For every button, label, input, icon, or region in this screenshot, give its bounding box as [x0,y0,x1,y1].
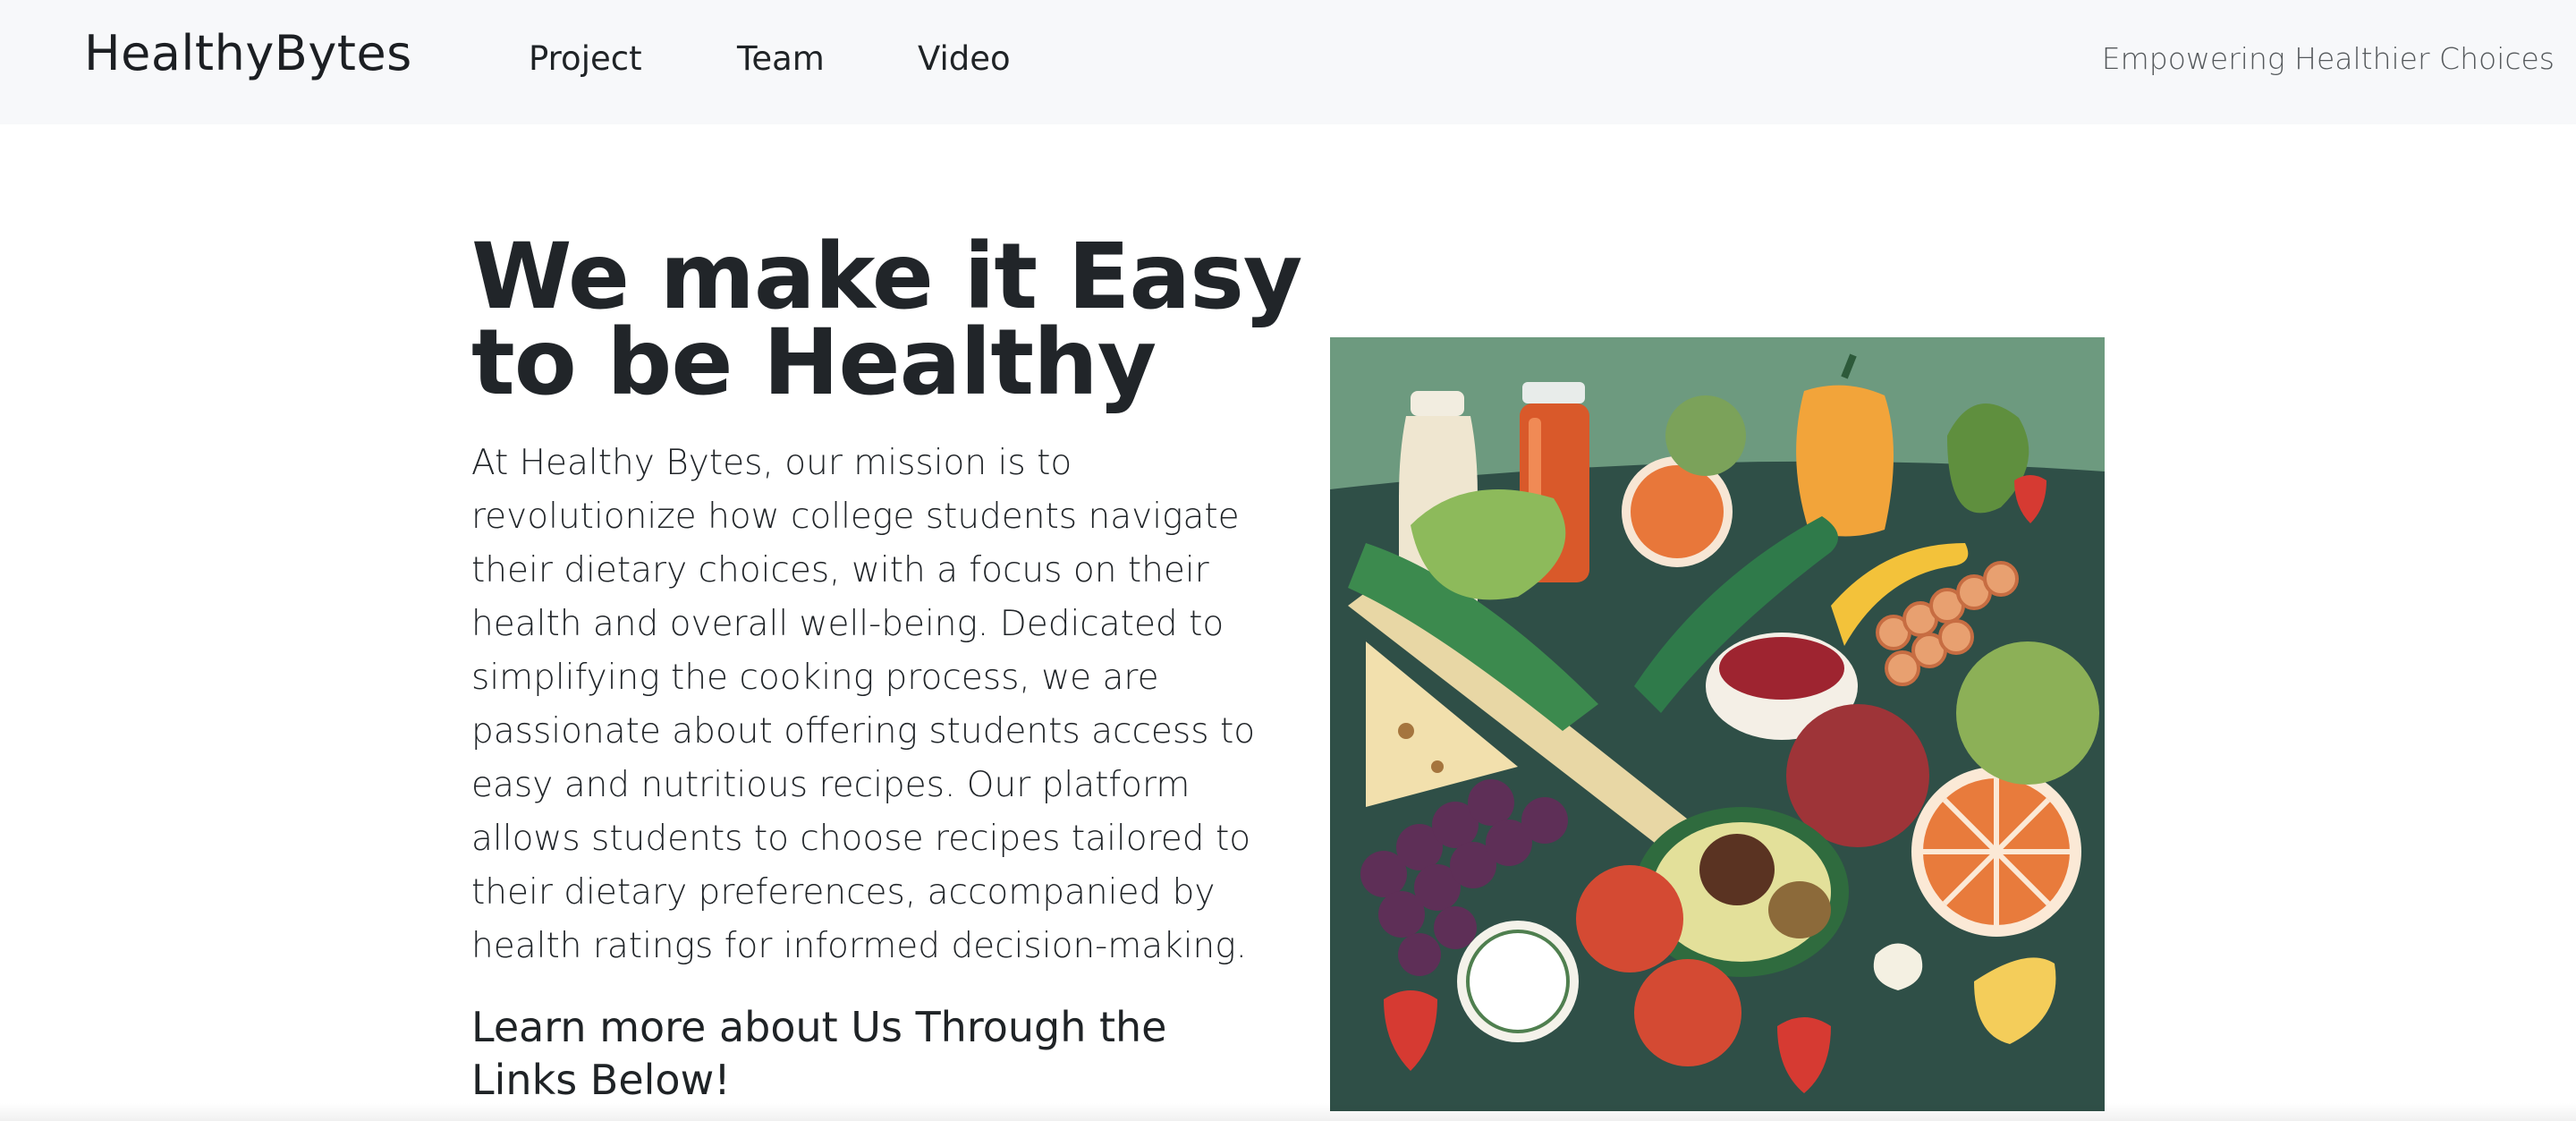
mission-paragraph: At Healthy Bytes, our mission is to revo… [471,443,1256,966]
hero-title: We make it Easy to be Healthy [471,232,1312,409]
bottom-shadow [0,1103,2576,1121]
brand-logo[interactable]: HealthyBytes [84,25,412,81]
nav-link-team[interactable]: Team [737,39,825,78]
healthy-food-illustration [1330,337,2105,1111]
navbar-tagline: Empowering Healthier Choices [2101,41,2555,76]
learn-more-heading: Learn more about Us Through the Links Be… [471,1003,1167,1104]
hero-title-line-2: to be Healthy [471,310,1157,416]
nav-link-project[interactable]: Project [529,39,642,78]
nav-link-video[interactable]: Video [918,39,1011,78]
navbar: HealthyBytes Project Team Video Empoweri… [0,0,2576,124]
